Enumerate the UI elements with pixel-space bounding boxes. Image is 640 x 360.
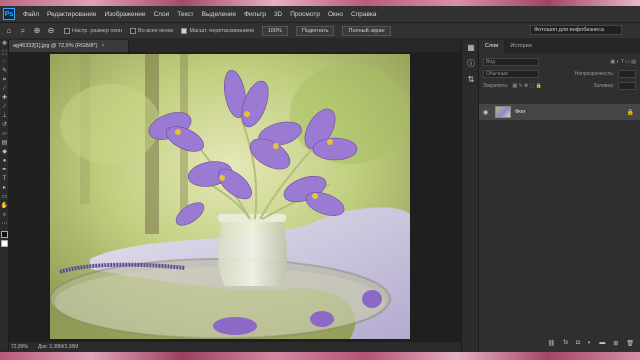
photoshop-window: Ps Файл Редактирование Изображение Слои … <box>0 0 640 360</box>
adjustments-panel-icon[interactable]: ⇅ <box>462 72 480 88</box>
lock-row: Закрепить: ▦ ✎ ✥ ⬚ 🔒 Заливка: <box>479 80 640 92</box>
checkbox-box-checked <box>181 27 188 34</box>
delete-layer-icon[interactable]: 🗑 <box>626 340 634 350</box>
menu-bar: Ps Файл Редактирование Изображение Слои … <box>0 6 640 22</box>
blend-row: Обычные Непрозрачность: <box>479 68 640 80</box>
document-image <box>50 54 410 339</box>
document-size: Док: 3,38M/3,38M <box>37 344 79 350</box>
document-title: ag46332[1].jpg @ 72,9% (RGB/8*) <box>13 43 98 49</box>
tab-history[interactable]: История <box>504 40 537 53</box>
menu-type[interactable]: Текст <box>173 11 197 18</box>
status-bar: 72,89% Док: 3,38M/3,38M <box>9 342 461 352</box>
link-layers-icon[interactable]: ⛓ <box>548 340 556 350</box>
brush-tool-icon[interactable]: ∕ <box>0 103 9 112</box>
lock-options-icons[interactable]: ▦ ✎ ✥ ⬚ 🔒 <box>512 83 542 89</box>
fit-screen-button[interactable]: Подогнать <box>295 25 335 36</box>
checkbox-box <box>130 27 137 34</box>
layer-row-background[interactable]: ◉ Фон 🔒 <box>479 104 640 120</box>
lock-icon[interactable]: 🔒 <box>627 109 634 116</box>
panel-tabs: Слои История <box>479 40 640 53</box>
info-panel-icon[interactable]: ⓘ <box>462 56 480 72</box>
zoom-tool-icon[interactable]: ⌕ <box>18 26 28 36</box>
more-tools-icon[interactable]: ⋯ <box>0 220 9 229</box>
gradient-tool-icon[interactable]: ▤ <box>0 139 9 148</box>
still-life-photo <box>50 54 410 339</box>
close-icon[interactable]: × <box>101 43 104 49</box>
scrubby-zoom-checkbox[interactable]: Масшт. перетаскиванием <box>181 27 254 34</box>
marquee-tool-icon[interactable]: ⬚ <box>0 49 9 58</box>
fill-label: Заливка: <box>593 83 614 89</box>
fill-field[interactable] <box>618 82 636 90</box>
layer-name[interactable]: Фон <box>515 109 525 115</box>
zoom-in-icon[interactable]: ⊕ <box>32 26 42 35</box>
eye-icon[interactable]: ◉ <box>483 109 491 116</box>
blur-tool-icon[interactable]: ◆ <box>0 148 9 157</box>
shape-tool-icon[interactable]: ▭ <box>0 193 9 202</box>
menu-filter[interactable]: Фильтр <box>240 11 270 18</box>
menu-help[interactable]: Справка <box>347 11 381 18</box>
workspace-select[interactable]: Фотошоп для инфобизнеса <box>530 25 622 35</box>
layer-style-icon[interactable]: fx <box>563 340 568 350</box>
scrubby-zoom-label: Масшт. перетаскиванием <box>189 27 254 34</box>
layers-panel: Слои История Вид ▣ ◐ T ▭ ▤ Обычные Непро… <box>479 40 640 352</box>
photoshop-logo-icon: Ps <box>3 8 15 20</box>
menu-3d[interactable]: 3D <box>270 11 286 18</box>
crop-tool-icon[interactable]: ⌗ <box>0 76 9 85</box>
layer-kind-filter[interactable]: Вид <box>483 58 539 66</box>
resize-windows-checkbox[interactable]: Настр. размер окон <box>64 27 123 34</box>
zoom-out-icon[interactable]: ⊖ <box>46 26 56 35</box>
collapsed-panel-strip: ▦ ⓘ ⇅ <box>461 40 479 352</box>
type-tool-icon[interactable]: T <box>0 175 9 184</box>
eyedropper-tool-icon[interactable]: ⁄ <box>0 85 9 94</box>
opacity-field[interactable] <box>618 70 636 78</box>
adjustment-layer-icon[interactable]: ◐ <box>588 340 592 350</box>
zoom-level[interactable]: 72,89% <box>11 342 28 352</box>
opacity-label: Непрозрачность: <box>574 71 614 77</box>
resize-windows-label: Настр. размер окон <box>72 27 123 34</box>
menu-image[interactable]: Изображение <box>101 11 150 18</box>
color-panel-icon[interactable]: ▦ <box>462 40 480 56</box>
all-windows-label: Во всех окнах <box>138 27 174 34</box>
all-windows-checkbox[interactable]: Во всех окнах <box>130 27 174 34</box>
decorative-flower-border-bottom <box>0 352 640 360</box>
tab-layers[interactable]: Слои <box>479 40 505 53</box>
healing-tool-icon[interactable]: ✚ <box>0 94 9 103</box>
zoom-100-button[interactable]: 100% <box>261 25 288 36</box>
fill-screen-button[interactable]: Полный экран <box>342 25 391 36</box>
history-brush-icon[interactable]: ↺ <box>0 121 9 130</box>
filter-icons: ▣ ◐ T ▭ ▤ <box>610 59 636 65</box>
menu-view[interactable]: Просмотр <box>286 11 324 18</box>
menu-edit[interactable]: Редактирование <box>43 11 101 18</box>
lasso-tool-icon[interactable]: ◌ <box>0 58 9 67</box>
layers-panel-footer: ⛓ fx ◘ ◐ ▬ ⊞ 🗑 <box>479 340 640 350</box>
path-select-icon[interactable]: ▸ <box>0 184 9 193</box>
new-group-icon[interactable]: ▬ <box>599 340 605 350</box>
lock-label: Закрепить: <box>483 83 509 89</box>
move-tool-icon[interactable]: ✥ <box>0 40 9 49</box>
home-icon[interactable]: ⌂ <box>4 26 14 35</box>
eraser-tool-icon[interactable]: ▱ <box>0 130 9 139</box>
stamp-tool-icon[interactable]: ⊥ <box>0 112 9 121</box>
hand-tool-icon[interactable]: ✋ <box>0 202 9 211</box>
checkbox-box <box>64 27 70 34</box>
menu-layers[interactable]: Слои <box>149 11 173 18</box>
layer-filter-row: Вид ▣ ◐ T ▭ ▤ <box>479 56 640 68</box>
foreground-color-swatch[interactable] <box>1 231 8 238</box>
quick-select-tool-icon[interactable]: ✎ <box>0 67 9 76</box>
menu-file[interactable]: Файл <box>19 11 43 18</box>
pen-tool-icon[interactable]: ✒ <box>0 166 9 175</box>
new-layer-icon[interactable]: ⊞ <box>613 340 618 350</box>
blend-mode-select[interactable]: Обычные <box>483 70 539 78</box>
background-color-swatch[interactable] <box>1 240 8 247</box>
layer-thumbnail <box>495 106 511 118</box>
tools-panel: ✥ ⬚ ◌ ✎ ⌗ ⁄ ✚ ∕ ⊥ ↺ ▱ ▤ ◆ ● ✒ T ▸ ▭ ✋ ⌕ … <box>0 40 9 350</box>
dodge-tool-icon[interactable]: ● <box>0 157 9 166</box>
zoom-tool-sidebar-icon[interactable]: ⌕ <box>0 211 9 220</box>
canvas-area[interactable] <box>9 52 461 342</box>
menu-window[interactable]: Окно <box>324 11 347 18</box>
add-mask-icon[interactable]: ◘ <box>576 340 580 350</box>
document-tab[interactable]: ag46332[1].jpg @ 72,9% (RGB/8*) × <box>9 40 129 52</box>
menu-select[interactable]: Выделение <box>198 11 240 18</box>
